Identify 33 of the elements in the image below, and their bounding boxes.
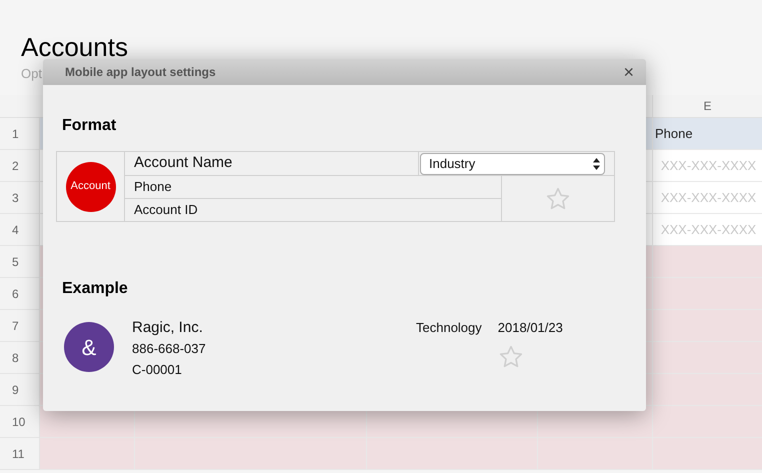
column-header[interactable]: E	[653, 95, 762, 117]
record-phone: 886-668-037	[132, 340, 206, 358]
table-cell: Account Name	[125, 152, 419, 175]
section-heading: Example	[62, 279, 128, 299]
star-icon[interactable]	[498, 344, 524, 370]
avatar: Account	[66, 162, 116, 212]
row-number: 6	[0, 278, 40, 310]
row-number: 1	[0, 118, 40, 150]
page-subtitle: Opt	[21, 65, 42, 83]
record-date: 2018/01/23	[498, 319, 563, 337]
select-field[interactable]: Industry	[420, 152, 605, 174]
table-cell-text: Account ID	[133, 201, 199, 220]
table-cell: Phone	[653, 118, 762, 150]
section-heading: Format	[62, 116, 116, 136]
updown-caret-icon	[593, 158, 600, 170]
record-industry: Technology	[416, 319, 482, 337]
row-number: 8	[0, 342, 40, 374]
row-number: 2	[0, 150, 40, 182]
row-number: 7	[0, 310, 40, 342]
star-icon[interactable]	[545, 186, 571, 212]
page-title: Accounts	[21, 31, 128, 64]
avatar: &	[64, 322, 114, 372]
close-button[interactable]: ×	[623, 63, 634, 81]
row-number: 3	[0, 182, 40, 214]
row-number: 9	[0, 374, 40, 406]
row-number: 4	[0, 214, 40, 246]
dialog-title: Mobile app layout settings	[65, 64, 216, 81]
record-id: C-00001	[132, 361, 182, 379]
row-number: 5	[0, 246, 40, 278]
row-number: 11	[0, 438, 40, 470]
record-name: Ragic, Inc.	[132, 318, 203, 338]
row-number: 10	[0, 406, 40, 438]
table-cell: Phone	[125, 176, 501, 199]
